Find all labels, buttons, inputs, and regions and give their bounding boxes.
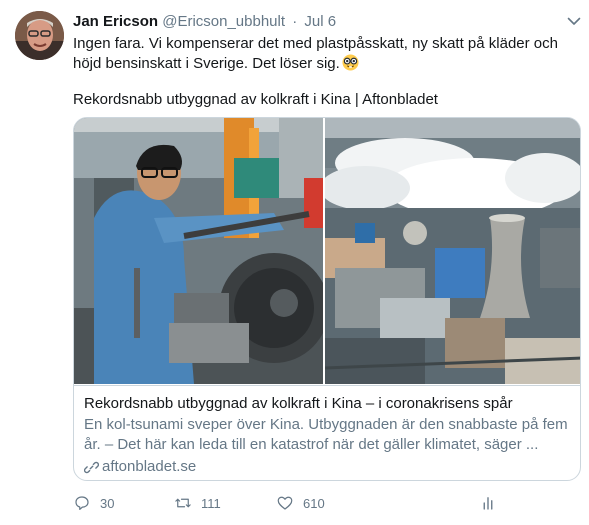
card-description-line-2: år. – Det här kan leda till en katastrof… [84, 436, 539, 453]
retweet-icon [175, 498, 191, 508]
avatar-image [15, 11, 64, 60]
avatar[interactable] [15, 11, 64, 60]
tweet-text-line-1: Ingen fara. Vi kompenserar det med plast… [73, 35, 558, 52]
card-domain-text: aftonbladet.se [102, 458, 197, 475]
analytics-icon [483, 497, 493, 510]
like-button[interactable]: 610 [276, 494, 325, 512]
link-icon [84, 461, 99, 473]
nerd-face-emoji-icon [342, 54, 359, 71]
tweet-text-line-2-text: höjd bensinskatt i Sverige. Det löser si… [73, 55, 340, 72]
card-description: En kol-tsunami sveper över Kina. Utbyggn… [84, 415, 572, 455]
card-body: Rekordsnabb utbyggnad av kolkraft i Kina… [74, 385, 580, 480]
reply-button[interactable]: 30 [73, 494, 114, 512]
tweet-actions: 30 111 610 [73, 494, 581, 516]
reply-icon [75, 496, 89, 510]
reply-count: 30 [100, 495, 115, 511]
tweet[interactable]: Jan Ericson @Ericson_ubbhult · Jul 6 Ing… [0, 0, 589, 525]
retweet-count: 111 [201, 495, 221, 511]
card-image-power-plant [325, 118, 580, 384]
tweet-text-line-2: höjd bensinskatt i Sverige. Det löser si… [73, 54, 573, 74]
power-plant-photo [325, 118, 580, 384]
card-domain: aftonbladet.se [84, 457, 572, 477]
like-count: 610 [303, 495, 325, 511]
analytics-button[interactable] [479, 494, 497, 512]
tweet-text: Ingen fara. Vi kompenserar det med plast… [73, 34, 573, 74]
link-preview-card[interactable]: Rekordsnabb utbyggnad av kolkraft i Kina… [73, 117, 581, 481]
retweet-button[interactable]: 111 [174, 494, 221, 512]
card-title: Rekordsnabb utbyggnad av kolkraft i Kina… [84, 395, 513, 412]
like-icon [277, 496, 293, 510]
chevron-down-icon[interactable] [566, 13, 582, 29]
link-title-text: Rekordsnabb utbyggnad av kolkraft i Kina… [73, 91, 438, 108]
tweet-header: Jan Ericson @Ericson_ubbhult · Jul 6 [73, 12, 336, 32]
separator-dot: · [292, 13, 298, 30]
card-image-worker [74, 118, 323, 384]
author-handle[interactable]: @Ericson_ubbhult [162, 13, 285, 30]
worker-photo [74, 118, 323, 384]
author-name[interactable]: Jan Ericson [73, 13, 158, 30]
card-description-line-1: En kol-tsunami sveper över Kina. Utbyggn… [84, 416, 568, 433]
tweet-date[interactable]: Jul 6 [304, 13, 336, 30]
